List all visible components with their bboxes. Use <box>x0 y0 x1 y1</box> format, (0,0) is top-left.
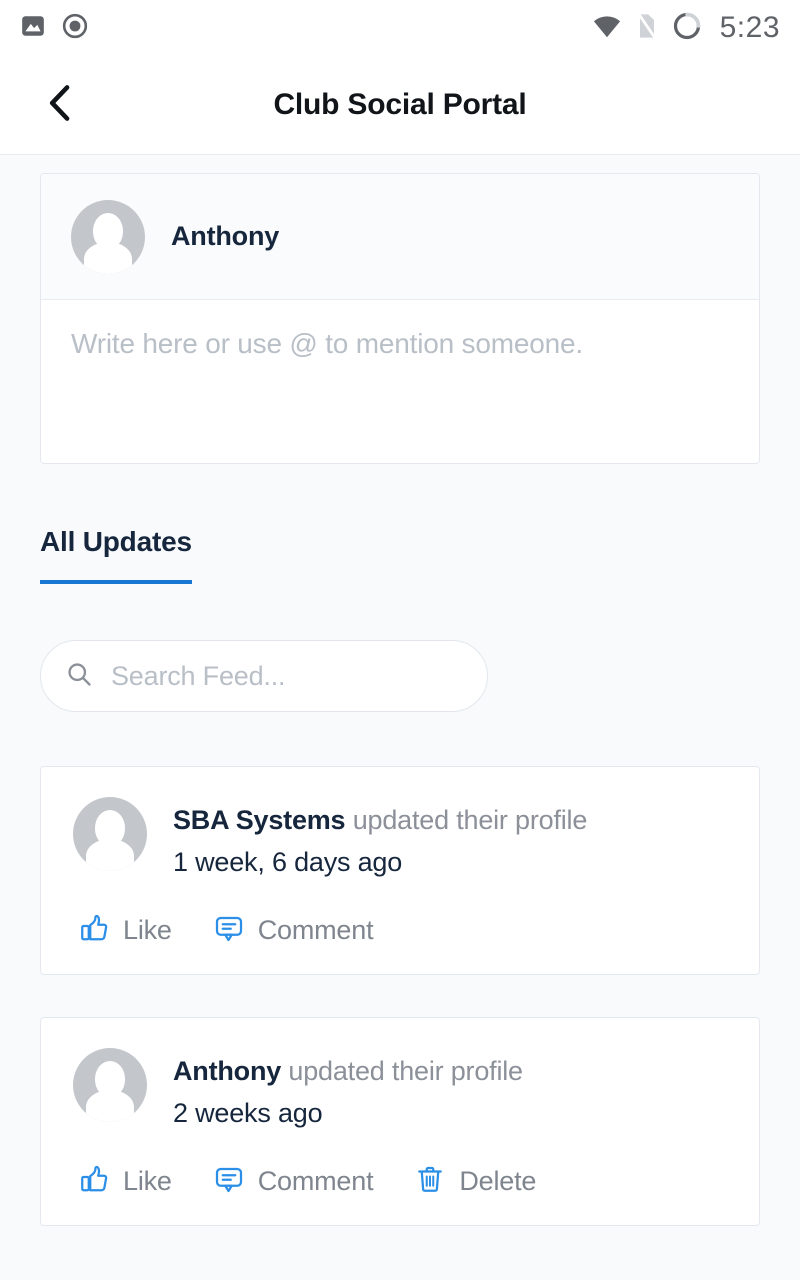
back-chevron-icon <box>43 83 77 128</box>
search-placeholder: Search Feed... <box>111 660 286 691</box>
comment-label: Comment <box>257 1166 374 1196</box>
search-section: Search Feed... <box>40 640 760 712</box>
thumbs-up-icon <box>79 913 109 948</box>
sim-off-icon <box>636 12 658 45</box>
post-header: SBA Systems updated their profile 1 week… <box>73 797 727 883</box>
composer-placeholder: Write here or use @ to mention someone. <box>71 328 583 359</box>
battery-circle-icon <box>672 11 702 46</box>
post-summary: SBA Systems updated their profile <box>173 799 587 841</box>
list-item: Anthony updated their profile 2 weeks ag… <box>40 1017 760 1226</box>
composer-input[interactable]: Write here or use @ to mention someone. <box>41 300 759 463</box>
post-action-text: updated their profile <box>288 1056 523 1086</box>
delete-button[interactable]: Delete <box>415 1164 536 1199</box>
tab-all-updates-label: All Updates <box>40 526 192 557</box>
avatar <box>73 797 147 871</box>
composer-header: Anthony <box>41 174 759 300</box>
tab-active-indicator <box>40 580 192 584</box>
composer-author-name: Anthony <box>171 221 280 251</box>
page-content: Anthony Write here or use @ to mention s… <box>0 155 800 1280</box>
feed-tabs: All Updates <box>40 526 760 584</box>
comment-label: Comment <box>257 915 374 945</box>
tab-all-updates[interactable]: All Updates <box>40 526 192 584</box>
image-icon <box>20 13 46 44</box>
search-icon <box>65 660 93 693</box>
post-action-bar: Like Comment <box>73 913 727 948</box>
like-button[interactable]: Like <box>79 913 172 948</box>
like-label: Like <box>123 915 172 945</box>
post-text-column: Anthony updated their profile 2 weeks ag… <box>173 1048 523 1134</box>
avatar <box>71 199 145 274</box>
thumbs-up-icon <box>79 1164 109 1199</box>
status-bar-right: 5:23 <box>592 11 780 46</box>
avatar-body <box>86 839 134 871</box>
comment-bubble-icon <box>214 913 244 948</box>
comment-button[interactable]: Comment <box>214 1164 374 1199</box>
status-bar: 5:23 <box>0 0 800 56</box>
back-button[interactable] <box>34 79 86 131</box>
post-header: Anthony updated their profile 2 weeks ag… <box>73 1048 727 1134</box>
post-timestamp: 1 week, 6 days ago <box>173 847 403 877</box>
page-title: Club Social Portal <box>273 88 527 121</box>
post-composer: Anthony Write here or use @ to mention s… <box>40 173 760 464</box>
comment-button[interactable]: Comment <box>214 913 374 948</box>
avatar <box>73 1048 147 1122</box>
post-action-bar: Like Comment <box>73 1164 727 1199</box>
screen-record-icon <box>62 13 88 44</box>
like-button[interactable]: Like <box>79 1164 172 1199</box>
like-label: Like <box>123 1166 172 1196</box>
activity-feed: SBA Systems updated their profile 1 week… <box>0 766 800 1226</box>
post-text-column: SBA Systems updated their profile 1 week… <box>173 797 587 883</box>
list-item: SBA Systems updated their profile 1 week… <box>40 766 760 975</box>
wifi-icon <box>592 13 622 44</box>
status-bar-clock: 5:23 <box>719 11 780 44</box>
comment-bubble-icon <box>214 1164 244 1199</box>
status-bar-left <box>20 13 88 44</box>
post-actor-name[interactable]: SBA Systems <box>173 805 346 835</box>
avatar-body <box>86 1090 134 1122</box>
trash-icon <box>415 1164 445 1199</box>
post-actor-name[interactable]: Anthony <box>173 1056 281 1086</box>
post-timestamp: 2 weeks ago <box>173 1098 323 1128</box>
post-summary: Anthony updated their profile <box>173 1050 523 1092</box>
post-action-text: updated their profile <box>352 805 588 835</box>
avatar-body <box>84 241 132 274</box>
app-header: Club Social Portal <box>0 56 800 155</box>
search-input[interactable]: Search Feed... <box>40 640 488 712</box>
delete-label: Delete <box>459 1166 537 1196</box>
